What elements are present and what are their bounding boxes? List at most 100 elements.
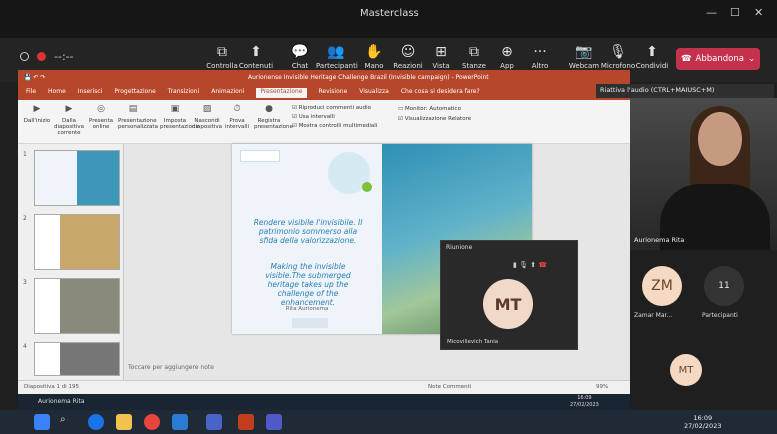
- search-icon[interactable]: ⌕: [60, 414, 76, 430]
- eu-logo: [240, 150, 280, 162]
- tab-home[interactable]: Home: [48, 88, 66, 98]
- ribbon-present-online[interactable]: ◎ Presenta online: [86, 104, 116, 130]
- ribbon-label: Dalla diapositiva corrente: [54, 118, 84, 136]
- ppt-ribbon-tabs: File Home Inserisci Progettazione Transi…: [18, 86, 630, 100]
- record-ring-icon: [20, 52, 29, 61]
- slide-author: Rita Aurionema: [285, 306, 329, 312]
- phone-icon: ☎: [680, 54, 692, 64]
- tab-review[interactable]: Revisione: [319, 88, 348, 98]
- notes-placeholder[interactable]: Toccare per aggiungere note: [128, 364, 214, 371]
- zoom-level[interactable]: 99%: [596, 384, 608, 390]
- camera-icon[interactable]: ▮: [513, 261, 517, 269]
- ribbon-label: Dall'inizio: [23, 118, 51, 124]
- mini-controls: ▮ 🎙 ⬆ ☎: [513, 261, 547, 269]
- tab-view[interactable]: Visualizza: [359, 88, 389, 98]
- share-button[interactable]: ⬆ Condividi: [632, 42, 672, 70]
- tab-slideshow[interactable]: Presentazione: [256, 88, 307, 98]
- windows-start-icon[interactable]: [34, 414, 50, 430]
- tell-me-search[interactable]: Che cosa si desidera fare?: [401, 88, 480, 98]
- participants-panel: Aurionema Rita ZM Zamar Mar... 11 Partec…: [630, 98, 777, 398]
- minimize-icon[interactable]: —: [706, 6, 717, 19]
- check-narrations[interactable]: ☑ Riproduci commenti audio: [292, 104, 377, 113]
- presenter-video[interactable]: Aurionema Rita: [630, 98, 777, 250]
- unmute-tooltip: Riattiva l'audio (CTRL+MAIUSC+M): [596, 84, 774, 98]
- screen: Masterclass — ☐ ✕ --:-- ⧉ Controlla ⬆ Co…: [0, 0, 777, 434]
- share-icon: ⬆: [646, 44, 658, 60]
- microphone-icon[interactable]: 🎙: [519, 261, 528, 269]
- taskbar-clock[interactable]: 16:09 27/02/2023: [684, 414, 721, 430]
- slide-thumbnail[interactable]: 4: [23, 342, 120, 376]
- outlook-icon[interactable]: [172, 414, 188, 430]
- ppt-quick-access-icon[interactable]: 💾 ↶ ↷: [24, 74, 45, 81]
- participant-name: Micovillevich Tania: [447, 339, 499, 345]
- check-label: Usa intervalli: [298, 114, 335, 120]
- hangup-icon[interactable]: ☎: [538, 261, 547, 269]
- slides-icon: ▤: [128, 104, 138, 114]
- close-icon[interactable]: ✕: [754, 6, 763, 19]
- tab-transitions[interactable]: Transizioni: [168, 88, 199, 98]
- ribbon-rehearse[interactable]: ⏱ Prova intervalli: [222, 104, 252, 130]
- hide-icon: ▨: [202, 104, 212, 114]
- teams-title-bar: Masterclass — ☐ ✕: [0, 0, 777, 38]
- meeting-status: --:--: [20, 50, 74, 63]
- ppt-status-bar: Diapositiva 1 di 195 Note Commenti 99%: [18, 380, 630, 394]
- chrome-icon[interactable]: [144, 414, 160, 430]
- setup-icon: ▣: [170, 104, 180, 114]
- share-label: Condividi: [635, 62, 669, 70]
- ribbon-hide-slide[interactable]: ▨ Nascondi diapositiva: [192, 104, 222, 130]
- others-count[interactable]: 11: [704, 266, 744, 306]
- ribbon-custom-show[interactable]: ▤ Presentazione personalizzata: [118, 104, 158, 130]
- leave-button[interactable]: ☎ Abbandona ⌄: [676, 48, 760, 70]
- others-label: Partecipanti: [702, 312, 738, 319]
- chat-icon: 💬: [291, 44, 309, 60]
- ribbon-from-beginning[interactable]: ▶ Dall'inizio: [22, 104, 52, 124]
- globe-icon: ◎: [97, 104, 105, 114]
- tab-file[interactable]: File: [26, 88, 36, 98]
- more-icon: ···: [533, 44, 547, 60]
- leave-label: Abbandona: [695, 54, 744, 64]
- slide-thumbnail[interactable]: 3: [23, 278, 120, 334]
- ppt-document-title: Aurionense Invisible Heritage Challenge …: [248, 74, 489, 81]
- file-explorer-icon[interactable]: [116, 414, 132, 430]
- check-timings[interactable]: ☑ Usa intervalli: [292, 113, 377, 122]
- check-presenter-view[interactable]: ☑ Visualizzazione Relatore: [398, 114, 471, 124]
- ribbon-setup-show[interactable]: ▣ Imposta presentazione: [160, 104, 199, 130]
- window-title: Masterclass: [360, 8, 419, 19]
- teams-icon[interactable]: [206, 414, 222, 430]
- monitor-select[interactable]: ▭ Monitor: Automatico: [398, 104, 471, 114]
- ribbon-record[interactable]: ● Registra presentazione: [254, 104, 293, 130]
- chevron-down-icon[interactable]: ⌄: [748, 54, 755, 64]
- participant-name: Zamar Mar...: [634, 312, 673, 319]
- check-media-controls[interactable]: ☑ Mostra controlli multimediali: [292, 122, 377, 131]
- powerpoint-icon[interactable]: [238, 414, 254, 430]
- ribbon-label: Presenta online: [88, 118, 113, 130]
- participants-label: Partecipanti: [316, 62, 358, 70]
- notes-comments-toggle[interactable]: Note Commenti: [428, 384, 471, 390]
- presenter-label: Visualizzazione Relatore: [404, 116, 472, 122]
- ribbon-from-current[interactable]: ▶ Dalla diapositiva corrente: [54, 104, 84, 136]
- taskbar-time: 16:09: [693, 414, 713, 422]
- tab-animations[interactable]: Animazioni: [211, 88, 244, 98]
- content-button[interactable]: ⬆ Contenuti: [236, 42, 276, 70]
- share-icon[interactable]: ⬆: [530, 261, 536, 269]
- ribbon-label: Registra presentazione: [254, 118, 293, 130]
- tab-design[interactable]: Progettazione: [114, 88, 155, 98]
- content-icon: ⬆: [250, 44, 262, 60]
- participant-avatar[interactable]: ZM: [642, 266, 682, 306]
- teams-meeting-icon[interactable]: [266, 414, 282, 430]
- slide-text-english: Making the invisible visible.The submerg…: [265, 262, 351, 307]
- slide-thumbnail[interactable]: 1: [23, 150, 120, 206]
- slide-thumbnail[interactable]: 2: [23, 214, 120, 270]
- tab-insert[interactable]: Inserisci: [78, 88, 103, 98]
- participant-avatar: MT: [483, 279, 533, 329]
- chat-button[interactable]: 💬 Chat: [280, 42, 320, 70]
- edge-icon[interactable]: [88, 414, 104, 430]
- windows-taskbar: ⌕ 16:09 27/02/2023: [0, 410, 777, 434]
- participants-button[interactable]: 👥 Partecipanti: [316, 42, 358, 70]
- more-button[interactable]: ··· Altro: [520, 42, 560, 70]
- participant-avatar[interactable]: MT: [670, 354, 702, 386]
- mini-meeting-window[interactable]: Riunione ▮ 🎙 ⬆ ☎ MT Micovillevich Tania: [440, 240, 578, 350]
- mini-window-title: Riunione: [446, 244, 473, 251]
- shared-taskbar: Aurionema Rita 16:09 27/02/2023: [18, 394, 630, 410]
- maximize-icon[interactable]: ☐: [730, 6, 740, 19]
